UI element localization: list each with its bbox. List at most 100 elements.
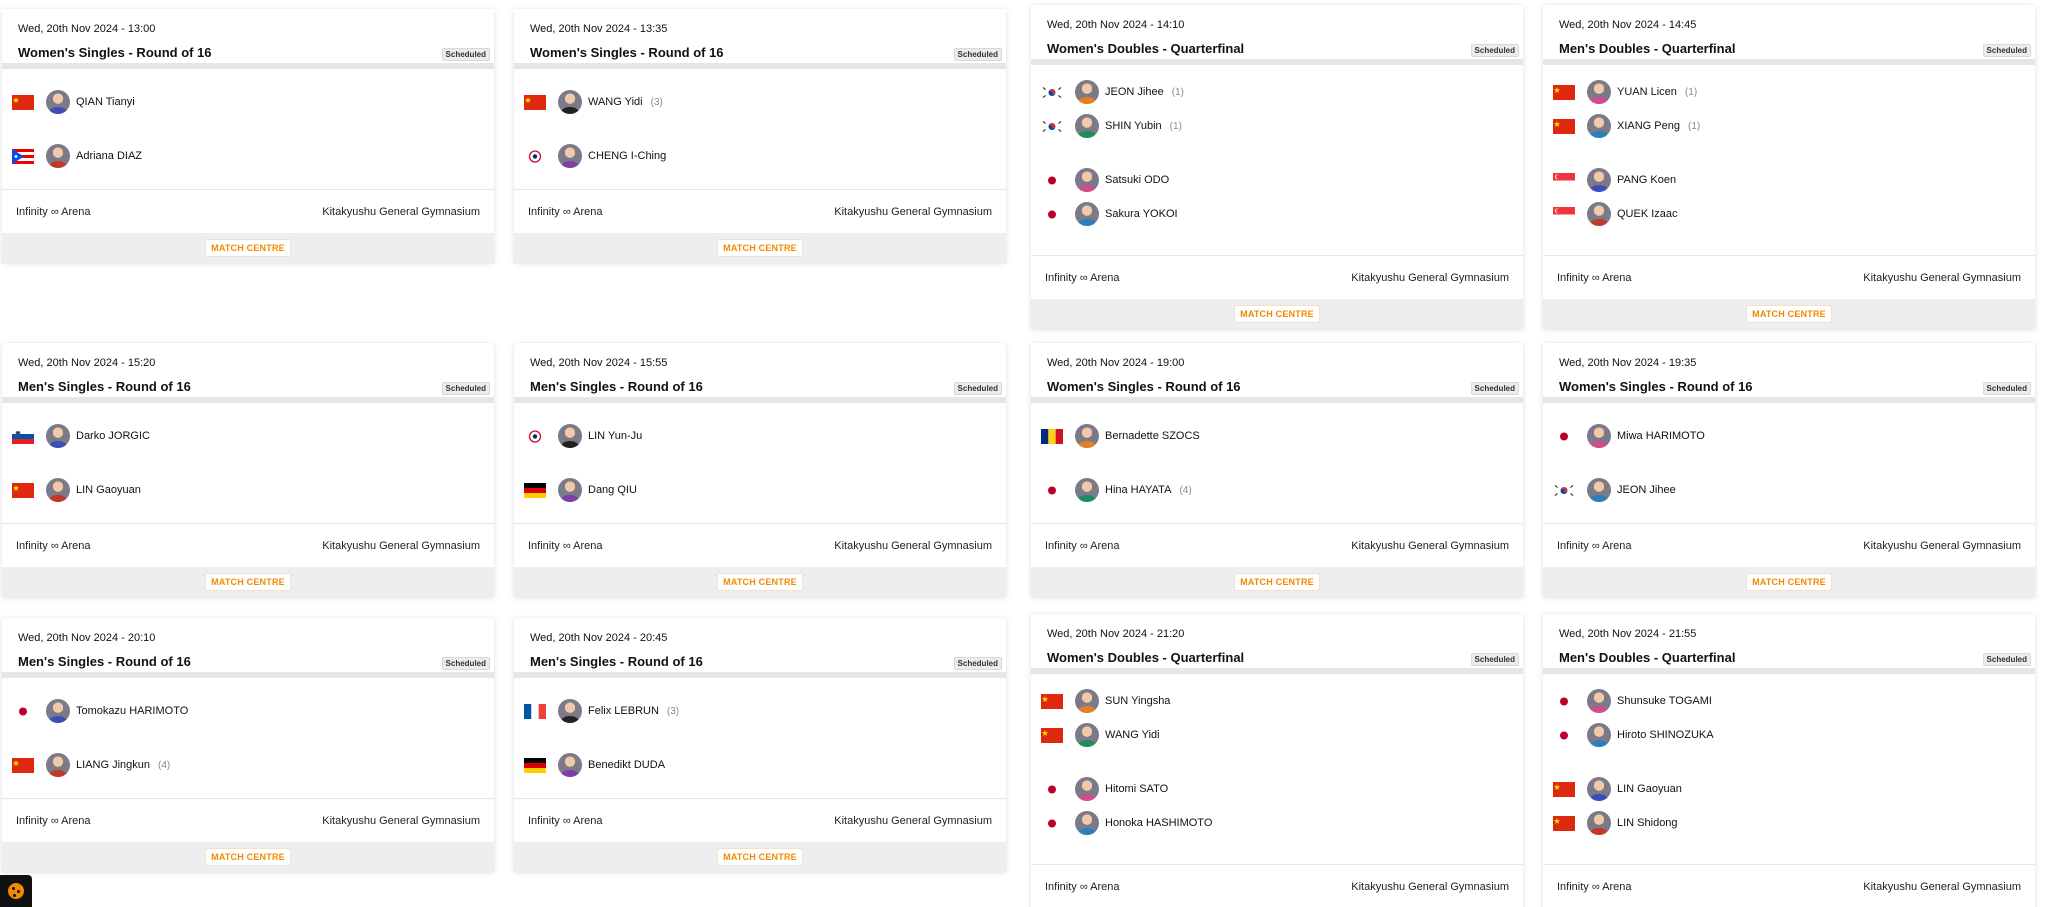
player-row[interactable]: Dang QIU [524, 476, 637, 504]
match-card: Wed, 20th Nov 2024 - 20:10 Men's Singles … [2, 618, 494, 872]
player-avatar [1587, 811, 1611, 835]
player-row[interactable]: Hina HAYATA (4) [1041, 476, 1192, 504]
player-row[interactable]: SUN Yingsha [1041, 687, 1170, 715]
player-avatar [1075, 114, 1099, 138]
player-seed: (4) [1179, 484, 1192, 496]
status-badge: Scheduled [1470, 653, 1519, 666]
match-centre-button[interactable]: MATCH CENTRE [1746, 573, 1832, 591]
player-row[interactable]: XIANG Peng (1) [1553, 112, 1700, 140]
match-centre-button[interactable]: MATCH CENTRE [717, 848, 803, 866]
player-row[interactable]: Bernadette SZOCS [1041, 422, 1200, 450]
match-centre-button[interactable]: MATCH CENTRE [717, 239, 803, 257]
match-event-title: Women's Singles - Round of 16 [18, 45, 212, 60]
player-row[interactable]: Hiroto SHINOZUKA [1553, 721, 1714, 749]
player-row[interactable]: Adriana DIAZ [12, 142, 142, 170]
player-avatar [46, 478, 70, 502]
status-badge: Scheduled [441, 657, 490, 670]
player-row[interactable]: Benedikt DUDA [524, 751, 665, 779]
match-centre-bar: MATCH CENTRE [2, 567, 494, 597]
player-row[interactable]: Miwa HARIMOTO [1553, 422, 1705, 450]
player-row[interactable]: Satsuki ODO [1041, 166, 1169, 194]
player-list: Shunsuke TOGAMI Hiroto SHINOZUKA LIN Gaoyu… [1543, 674, 2035, 864]
cookie-settings-button[interactable] [0, 875, 32, 907]
player-seed: (1) [1171, 86, 1184, 98]
match-centre-button[interactable]: MATCH CENTRE [1234, 305, 1320, 323]
player-row[interactable]: Sakura YOKOI [1041, 200, 1178, 228]
match-header: Wed, 20th Nov 2024 - 21:55 Men's Doubles … [1543, 614, 2035, 674]
player-row[interactable]: CHENG I-Ching [524, 142, 666, 170]
player-row[interactable]: Tomokazu HARIMOTO [12, 697, 188, 725]
player-row[interactable]: Hitomi SATO [1041, 775, 1168, 803]
china-flag-icon [1553, 815, 1575, 831]
match-centre-bar: MATCH CENTRE [514, 567, 1006, 597]
player-row[interactable]: WANG Yidi [1041, 721, 1160, 749]
player-name: Benedikt DUDA [588, 759, 666, 771]
player-seed: (3) [650, 96, 663, 108]
match-centre-button[interactable]: MATCH CENTRE [1746, 305, 1832, 323]
match-centre-bar: MATCH CENTRE [514, 842, 1006, 872]
match-event-title: Women's Doubles - Quarterfinal [1047, 650, 1245, 665]
match-centre-button[interactable]: MATCH CENTRE [205, 848, 291, 866]
match-card: Wed, 20th Nov 2024 - 15:20 Men's Singles … [2, 343, 494, 597]
player-row[interactable]: LIANG Jingkun (4) [12, 751, 170, 779]
match-datetime: Wed, 20th Nov 2024 - 20:45 [530, 632, 668, 644]
match-card: Wed, 20th Nov 2024 - 19:35 Women's Single… [1543, 343, 2035, 597]
player-name: PANG Koen [1617, 174, 1677, 186]
venue-row: Infinity ∞ Arena Kitakyushu General Gymna… [514, 523, 1006, 567]
player-avatar [558, 699, 582, 723]
player-row[interactable]: WANG Yidi (3) [524, 88, 663, 116]
player-row[interactable]: SHIN Yubin (1) [1041, 112, 1182, 140]
match-centre-button[interactable]: MATCH CENTRE [205, 239, 291, 257]
player-avatar [558, 90, 582, 114]
player-row[interactable]: LIN Yun-Ju [524, 422, 642, 450]
match-card: Wed, 20th Nov 2024 - 13:35 Women's Single… [514, 9, 1006, 263]
player-list: SUN Yingsha WANG Yidi Hitomi SATO Honoka HA… [1031, 674, 1523, 864]
player-seed: (1) [1687, 120, 1701, 132]
match-centre-bar: MATCH CENTRE [2, 842, 494, 872]
match-datetime: Wed, 20th Nov 2024 - 13:00 [18, 23, 156, 35]
match-header: Wed, 20th Nov 2024 - 21:20 Women's Double… [1031, 614, 1523, 674]
player-row[interactable]: LIN Gaoyuan [12, 476, 141, 504]
player-row[interactable]: LIN Gaoyuan [1553, 775, 1682, 803]
venue-name: Infinity ∞ Arena [1045, 539, 1120, 552]
player-row[interactable]: Felix LEBRUN (3) [524, 697, 679, 725]
player-avatar [46, 699, 70, 723]
player-row[interactable]: Darko JORGIC [12, 422, 150, 450]
player-name: SHIN Yubin [1105, 120, 1162, 132]
player-row[interactable]: Honoka HASHIMOTO [1041, 809, 1212, 837]
player-row[interactable]: QIAN Tianyi [12, 88, 135, 116]
player-name: Adriana DIAZ [76, 150, 143, 162]
player-seed: (1) [1684, 86, 1698, 98]
player-list: Felix LEBRUN (3) Benedikt DUDA [514, 678, 1006, 798]
china-flag-icon [12, 482, 34, 498]
japan-flag-icon [1041, 206, 1063, 222]
player-avatar [1587, 723, 1611, 747]
match-centre-button[interactable]: MATCH CENTRE [205, 573, 291, 591]
player-row[interactable]: YUAN Licen (1) [1553, 78, 1697, 106]
japan-flag-icon [1041, 172, 1063, 188]
player-row[interactable]: JEON Jihee [1553, 476, 1676, 504]
player-avatar [1075, 80, 1099, 104]
match-centre-bar: MATCH CENTRE [1543, 567, 2035, 597]
match-datetime: Wed, 20th Nov 2024 - 15:20 [18, 357, 156, 369]
japan-flag-icon [1553, 428, 1575, 444]
player-row[interactable]: PANG Koen [1553, 166, 1676, 194]
venue-row: Infinity ∞ Arena Kitakyushu General Gymna… [2, 523, 494, 567]
japan-flag-icon [12, 703, 34, 719]
match-event-title: Women's Doubles - Quarterfinal [1047, 41, 1245, 56]
venue-name: Infinity ∞ Arena [1557, 271, 1632, 284]
player-row[interactable]: JEON Jihee (1) [1041, 78, 1184, 106]
player-row[interactable]: QUEK Izaac [1553, 200, 1678, 228]
player-avatar [46, 144, 70, 168]
venue-row: Infinity ∞ Arena Kitakyushu General Gymna… [514, 798, 1006, 842]
player-row[interactable]: LIN Shidong [1553, 809, 1678, 837]
venue-row: Infinity ∞ Arena Kitakyushu General Gymna… [1031, 523, 1523, 567]
player-name: LIN Yun-Ju [588, 430, 643, 442]
player-name: Hitomi SATO [1105, 783, 1169, 795]
match-centre-bar: MATCH CENTRE [2, 233, 494, 263]
match-centre-button[interactable]: MATCH CENTRE [1234, 573, 1320, 591]
venue-row: Infinity ∞ Arena Kitakyushu General Gymna… [1543, 864, 2035, 907]
player-name: Darko JORGIC [76, 430, 150, 442]
match-centre-button[interactable]: MATCH CENTRE [717, 573, 803, 591]
player-row[interactable]: Shunsuke TOGAMI [1553, 687, 1712, 715]
